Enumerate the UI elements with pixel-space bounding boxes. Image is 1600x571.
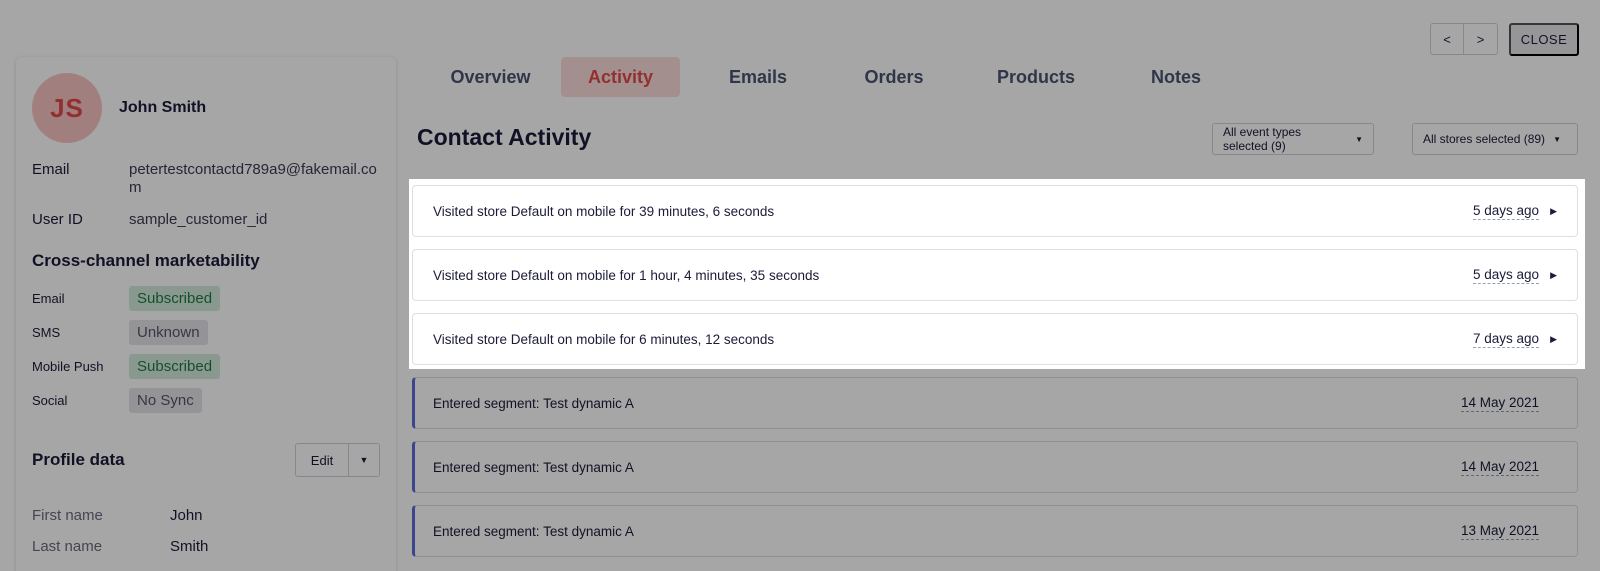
activity-row[interactable]: Visited store Default on mobile for 1 ho… xyxy=(412,249,1578,301)
caret-right-icon: ▶ xyxy=(1550,205,1557,216)
page: JS John Smith Email petertestcontactd789… xyxy=(0,0,1600,571)
overlay-dim xyxy=(0,0,1600,179)
overlay-dim xyxy=(0,179,409,369)
activity-text: Visited store Default on mobile for 6 mi… xyxy=(433,331,775,347)
overlay-dim xyxy=(1585,179,1600,369)
activity-row[interactable]: Visited store Default on mobile for 6 mi… xyxy=(412,313,1578,365)
overlay-dim xyxy=(0,369,1600,571)
activity-row[interactable]: Visited store Default on mobile for 39 m… xyxy=(412,185,1578,237)
activity-time: 5 days ago xyxy=(1472,202,1539,220)
caret-right-icon: ▶ xyxy=(1550,269,1557,280)
caret-right-icon: ▶ xyxy=(1550,333,1557,344)
activity-text: Visited store Default on mobile for 1 ho… xyxy=(433,267,820,283)
activity-text: Visited store Default on mobile for 39 m… xyxy=(433,203,775,219)
activity-time: 7 days ago xyxy=(1472,330,1539,348)
activity-time: 5 days ago xyxy=(1472,266,1539,284)
